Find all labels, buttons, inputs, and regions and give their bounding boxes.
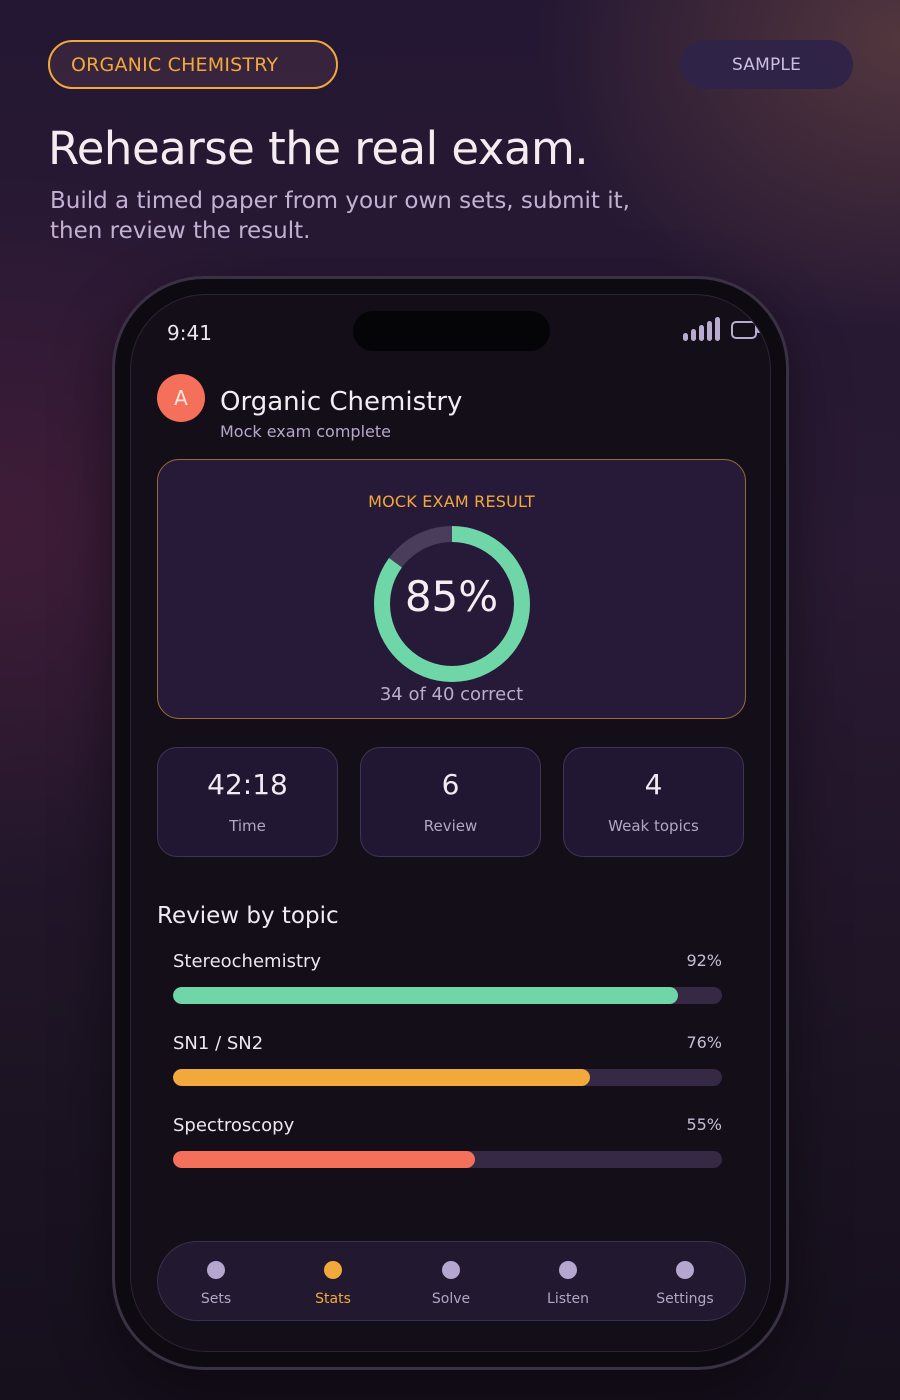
sets-icon: [207, 1261, 225, 1279]
topic-bar-fill: [173, 987, 679, 1004]
nav-item-settings[interactable]: Settings: [635, 1242, 735, 1322]
nav-label: Settings: [656, 1291, 714, 1307]
topic-name: Spectroscopy: [173, 1115, 295, 1136]
nav-label: Sets: [200, 1291, 232, 1307]
status-time: 9:41: [167, 321, 212, 345]
stat-card-time: 42:18 Time: [157, 747, 338, 857]
stat-card-weak-topics[interactable]: 4 Weak topics: [563, 747, 744, 857]
page-headline: Rehearse the real exam.: [48, 122, 589, 175]
topic-row-stereochemistry[interactable]: Stereochemistry 92%: [173, 951, 722, 1011]
stat-value: 6: [441, 768, 460, 801]
signal-icon: [683, 317, 721, 341]
topic-bar-track: [173, 1151, 722, 1168]
page-subhead: Build a timed paper from your own sets, …: [50, 188, 630, 244]
topic-bar-fill: [173, 1151, 475, 1168]
stat-card-review[interactable]: 6 Review: [360, 747, 541, 857]
stat-value: 42:18: [207, 768, 288, 801]
sample-badge: SAMPLE: [680, 40, 853, 89]
stat-label: Time: [229, 817, 266, 835]
nav-label: Stats: [315, 1291, 351, 1307]
nav-label: Solve: [431, 1291, 471, 1307]
stat-label: Weak topics: [608, 817, 699, 835]
topic-row-sn1-sn2[interactable]: SN1 / SN2 76%: [173, 1033, 722, 1093]
review-section-title: Review by topic: [157, 903, 339, 929]
topic-percent: 92%: [686, 951, 722, 970]
dynamic-island: [353, 311, 550, 351]
set-title: Organic Chemistry: [220, 387, 463, 417]
nav-label: Listen: [547, 1291, 589, 1307]
solve-icon: [442, 1261, 460, 1279]
topic-row-spectroscopy[interactable]: Spectroscopy 55%: [173, 1115, 722, 1175]
correct-count: 34 of 40 correct: [379, 684, 524, 705]
topic-pill[interactable]: ORGANIC CHEMISTRY: [48, 40, 338, 89]
phone-screen: 9:41 A Organic Chemistry Mock exam compl…: [130, 294, 771, 1352]
topic-name: Stereochemistry: [173, 951, 322, 972]
topic-percent: 76%: [686, 1033, 722, 1052]
bottom-nav: Sets Stats Solve Listen Settings: [157, 1241, 746, 1321]
nav-item-sets[interactable]: Sets: [166, 1242, 266, 1322]
topic-percent: 55%: [686, 1115, 722, 1134]
topic-bar-fill: [173, 1069, 591, 1086]
battery-icon: [731, 321, 760, 339]
topic-name: SN1 / SN2: [173, 1033, 264, 1054]
nav-item-listen[interactable]: Listen: [518, 1242, 618, 1322]
topic-bar-track: [173, 1069, 722, 1086]
nav-item-stats[interactable]: Stats: [283, 1242, 383, 1322]
stats-icon: [324, 1261, 342, 1279]
result-label: MOCK EXAM RESULT: [368, 492, 535, 511]
set-subtitle: Mock exam complete: [220, 422, 391, 441]
stat-value: 4: [644, 768, 663, 801]
score-value: 85%: [404, 572, 499, 621]
mock-exam-result-card: MOCK EXAM RESULT 85% 34 of 40 correct: [157, 459, 746, 719]
nav-item-solve[interactable]: Solve: [401, 1242, 501, 1322]
avatar[interactable]: A: [157, 374, 205, 422]
stat-label: Review: [423, 817, 478, 835]
settings-icon: [676, 1261, 694, 1279]
listen-icon: [559, 1261, 577, 1279]
topic-bar-track: [173, 987, 722, 1004]
